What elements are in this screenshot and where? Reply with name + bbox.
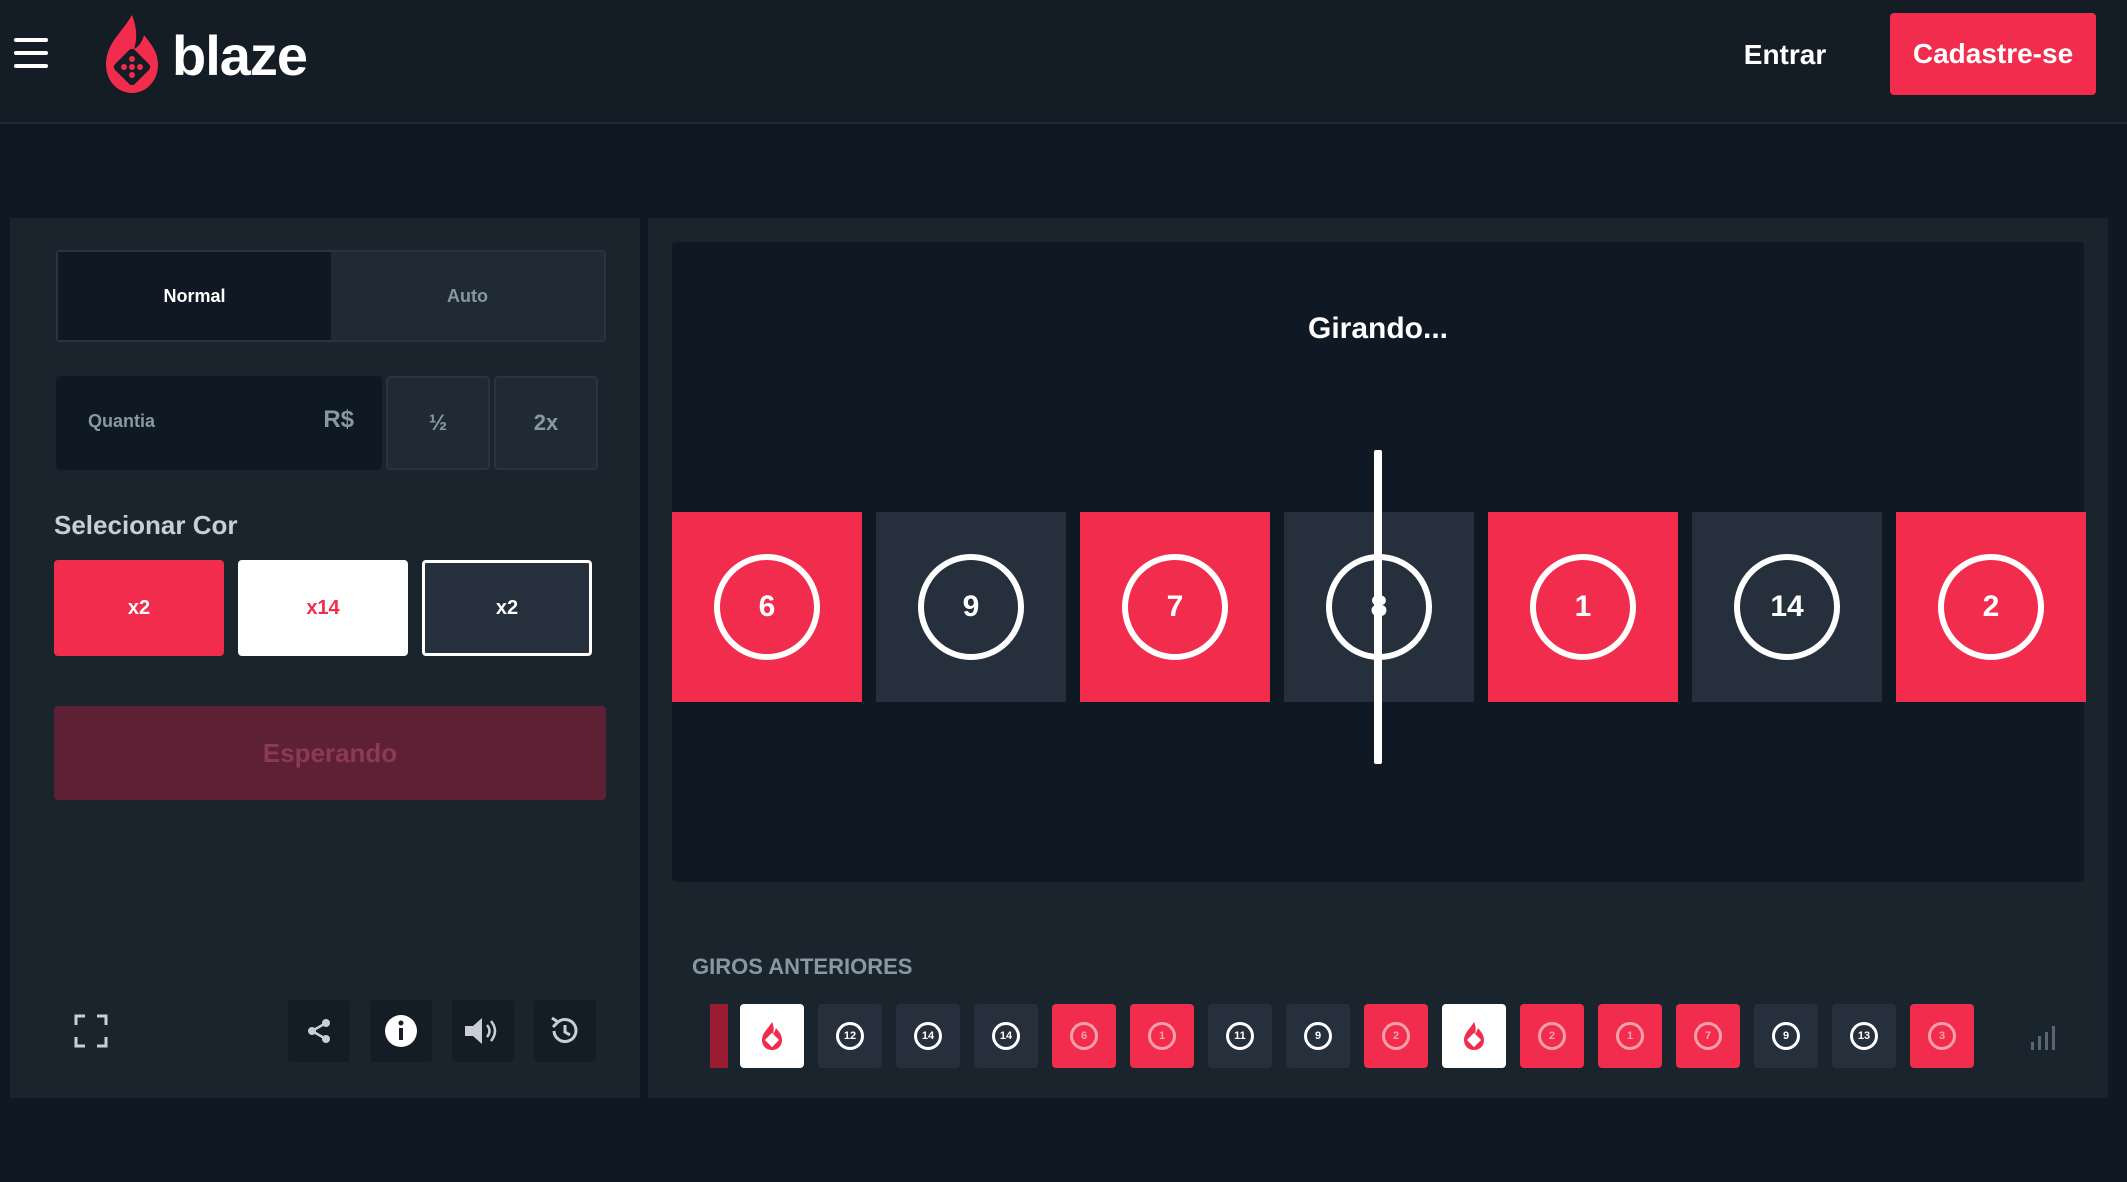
- amount-placeholder: Quantia: [88, 411, 156, 431]
- bet-panel: Normal Auto Quantia R$ ½ 2x Selecionar C…: [10, 218, 640, 1098]
- roulette-area: Girando... 6 9 7 8 1 14 2: [672, 242, 2086, 882]
- roulette-tile: 2: [1896, 512, 2086, 702]
- history-item-number: 11: [1226, 1022, 1254, 1050]
- history-title: GIROS ANTERIORES: [692, 954, 913, 979]
- share-button[interactable]: [288, 1000, 350, 1062]
- history-item: [1442, 1004, 1506, 1068]
- history-item: 9: [1754, 1004, 1818, 1068]
- share-icon: [308, 1019, 330, 1043]
- roulette-tile: 14: [1692, 512, 1882, 702]
- roulette-tile: 7: [1080, 512, 1270, 702]
- tab-auto[interactable]: Auto: [331, 252, 604, 340]
- tile-number: 6: [714, 554, 820, 660]
- double-amount-button[interactable]: 2x: [494, 376, 598, 470]
- stats-button[interactable]: [2012, 1004, 2076, 1068]
- top-header: blaze Entrar Cadastre-se: [0, 0, 2127, 124]
- volume-icon: [465, 1018, 497, 1044]
- roulette-tile: 9: [876, 512, 1066, 702]
- tile-number: 9: [918, 554, 1024, 660]
- bet-mode-tabs: Normal Auto: [56, 250, 606, 342]
- currency-label: R$: [323, 406, 354, 433]
- color-options: x2 x14 x2: [54, 560, 606, 656]
- history-item: 7: [1676, 1004, 1740, 1068]
- history-item: 12: [818, 1004, 882, 1068]
- blaze-logo-icon: [1464, 1022, 1484, 1050]
- color-black-button[interactable]: x2: [422, 560, 592, 656]
- history-item: 2: [1520, 1004, 1584, 1068]
- color-red-button[interactable]: x2: [54, 560, 224, 656]
- history-item: 2: [1364, 1004, 1428, 1068]
- tile-number: 7: [1122, 554, 1228, 660]
- roulette-pointer: [1374, 450, 1382, 764]
- login-button[interactable]: Entrar: [1720, 24, 1850, 86]
- bar-chart-icon: [2031, 1026, 2055, 1050]
- roulette-tile: 6: [672, 512, 862, 702]
- roulette-tile: 1: [1488, 512, 1678, 702]
- history-item: 1: [1130, 1004, 1194, 1068]
- history-item-number: 2: [1382, 1022, 1410, 1050]
- history-item: 14: [896, 1004, 960, 1068]
- blaze-logo-icon: [762, 1022, 782, 1050]
- place-bet-button[interactable]: Esperando: [54, 706, 606, 800]
- history-item: 1: [1598, 1004, 1662, 1068]
- history-item: 6: [1052, 1004, 1116, 1068]
- signup-button[interactable]: Cadastre-se: [1890, 13, 2096, 95]
- history-item-number: 14: [992, 1022, 1020, 1050]
- tile-number: 2: [1938, 554, 2044, 660]
- brand-logo[interactable]: blaze: [100, 10, 308, 100]
- history-item: 9: [1286, 1004, 1350, 1068]
- brand-name: blaze: [172, 23, 308, 87]
- history-button[interactable]: [534, 1000, 596, 1062]
- tab-normal[interactable]: Normal: [58, 252, 331, 340]
- info-button[interactable]: [370, 1000, 432, 1062]
- history-item-number: 12: [836, 1022, 864, 1050]
- history-icon: [551, 1016, 578, 1043]
- fullscreen-button[interactable]: [60, 1000, 122, 1062]
- history-item-number: 9: [1772, 1022, 1800, 1050]
- select-color-label: Selecionar Cor: [54, 510, 238, 540]
- flame-dice-icon: [106, 15, 158, 93]
- history-item-number: 7: [1694, 1022, 1722, 1050]
- color-white-button[interactable]: x14: [238, 560, 408, 656]
- game-status: Girando...: [1307, 312, 1448, 345]
- history-item-number: 1: [1148, 1022, 1176, 1050]
- history-item: 14: [974, 1004, 1038, 1068]
- history-item-number: 2: [1538, 1022, 1566, 1050]
- history-item: 3: [1910, 1004, 1974, 1068]
- history-item: 11: [1208, 1004, 1272, 1068]
- amount-input[interactable]: Quantia R$: [56, 376, 382, 470]
- menu-icon[interactable]: [14, 38, 48, 68]
- amount-row: Quantia R$ ½ 2x: [56, 376, 606, 470]
- sound-button[interactable]: [452, 1000, 514, 1062]
- history-item: 13: [1832, 1004, 1896, 1068]
- history-item: [740, 1004, 804, 1068]
- tile-number: 1: [1530, 554, 1636, 660]
- game-panel: Girando... 6 9 7 8 1 14 2 GIROS ANTERIOR…: [648, 218, 2108, 1098]
- history-scroll-edge: [710, 1004, 728, 1068]
- fullscreen-icon: [74, 1014, 108, 1048]
- info-icon: [385, 1015, 417, 1047]
- history-item-number: 6: [1070, 1022, 1098, 1050]
- history-item-number: 13: [1850, 1022, 1878, 1050]
- half-amount-button[interactable]: ½: [386, 376, 490, 470]
- history-item-number: 1: [1616, 1022, 1644, 1050]
- history-item-number: 9: [1304, 1022, 1332, 1050]
- history-item-number: 3: [1928, 1022, 1956, 1050]
- history-item-number: 14: [914, 1022, 942, 1050]
- tile-number: 14: [1734, 554, 1840, 660]
